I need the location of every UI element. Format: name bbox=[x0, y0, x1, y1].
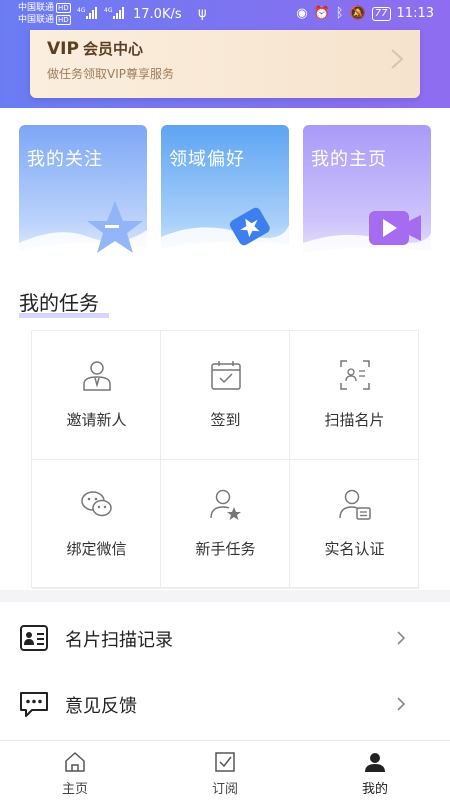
section-divider bbox=[0, 590, 450, 602]
subscribe-icon bbox=[215, 752, 235, 772]
feedback-icon bbox=[20, 692, 48, 717]
menu-feedback[interactable]: 意见反馈 bbox=[0, 672, 450, 736]
person-icon bbox=[83, 361, 111, 391]
task-newbie[interactable]: 新手任务 bbox=[161, 460, 290, 589]
vip-subtitle: 做任务领取VIP尊享服务 bbox=[47, 67, 174, 81]
card-label: 我的主页 bbox=[311, 149, 387, 170]
hd-badge: HD bbox=[56, 3, 71, 13]
chevron-right-icon bbox=[391, 49, 404, 69]
vip-title-text: 会员中心 bbox=[82, 40, 143, 58]
battery-icon: 77 bbox=[371, 6, 391, 21]
wechat-icon bbox=[81, 491, 112, 517]
task-real-name[interactable]: 实名认证 bbox=[290, 460, 419, 589]
my-tasks-title: 我的任务 bbox=[19, 287, 109, 318]
menu-card-scan-records[interactable]: 名片扫描记录 bbox=[0, 606, 450, 670]
svg-text:4G: 4G bbox=[104, 7, 113, 14]
feature-cards: 我的关注 领域偏好 我的主页 bbox=[19, 125, 431, 265]
carrier-info: 中国联通 HD 中国联通 HD bbox=[18, 2, 71, 26]
card-my-follows[interactable]: 我的关注 bbox=[19, 125, 147, 265]
task-scan-card[interactable]: 扫描名片 bbox=[290, 331, 419, 460]
tab-mine[interactable]: 我的 bbox=[300, 741, 450, 800]
card-domain-preference[interactable]: 领域偏好 bbox=[161, 125, 289, 265]
tab-home[interactable]: 主页 bbox=[0, 741, 150, 800]
usb-icon: ψ bbox=[198, 6, 207, 21]
calendar-check-icon bbox=[211, 361, 241, 390]
status-bar: 中国联通 HD 中国联通 HD 4G 4G 17.0K/s ψ ◉ ⏰ ᛒ 🔕 77… bbox=[0, 0, 450, 30]
card-record-icon bbox=[20, 625, 48, 651]
bottom-tab-bar: 主页 订阅 我的 bbox=[0, 740, 450, 800]
scan-card-icon bbox=[340, 360, 370, 390]
clock: 11:13 bbox=[396, 6, 434, 21]
network-speed: 17.0K/s bbox=[133, 7, 182, 22]
task-grid: 邀请新人 签到 扫描名片 绑定微信 新手任务 实名认证 bbox=[31, 330, 419, 589]
card-my-homepage[interactable]: 我的主页 bbox=[303, 125, 431, 265]
task-bind-wechat[interactable]: 绑定微信 bbox=[32, 460, 161, 589]
user-star-icon bbox=[210, 489, 241, 520]
carrier-2: 中国联通 bbox=[18, 15, 55, 25]
home-icon bbox=[65, 752, 85, 772]
tab-label: 订阅 bbox=[211, 782, 238, 797]
task-invite-new[interactable]: 邀请新人 bbox=[32, 331, 161, 460]
user-icon bbox=[365, 753, 385, 772]
section-title-text: 我的任务 bbox=[19, 291, 99, 315]
svg-text:4G: 4G bbox=[77, 7, 86, 14]
id-verify-icon bbox=[339, 489, 371, 520]
hd-badge: HD bbox=[56, 15, 71, 25]
task-label: 扫描名片 bbox=[324, 411, 385, 429]
task-label: 签到 bbox=[210, 411, 241, 429]
bluetooth-icon: ᛒ bbox=[335, 6, 344, 21]
tab-label: 我的 bbox=[361, 782, 388, 797]
task-check-in[interactable]: 签到 bbox=[161, 331, 290, 460]
vip-title: VIP 会员中心 bbox=[47, 38, 143, 59]
alarm-icon: ⏰ bbox=[313, 6, 330, 21]
vip-center-banner[interactable]: VIP 会员中心 做任务领取VIP尊享服务 bbox=[30, 30, 420, 98]
eye-icon: ◉ bbox=[296, 6, 308, 21]
chevron-right-icon bbox=[397, 631, 405, 645]
tab-subscribe[interactable]: 订阅 bbox=[150, 741, 300, 800]
task-label: 新手任务 bbox=[195, 540, 256, 558]
vip-prefix: VIP bbox=[47, 39, 79, 59]
task-label: 绑定微信 bbox=[66, 540, 127, 558]
carrier-1: 中国联通 bbox=[18, 3, 55, 13]
menu-label: 意见反馈 bbox=[65, 696, 137, 717]
tab-label: 主页 bbox=[61, 782, 88, 797]
card-label: 领域偏好 bbox=[169, 149, 245, 170]
signal-icon: 4G bbox=[104, 7, 124, 19]
task-label: 邀请新人 bbox=[66, 411, 127, 429]
chevron-right-icon bbox=[397, 697, 405, 711]
menu-label: 名片扫描记录 bbox=[65, 630, 173, 651]
mute-icon: 🔕 bbox=[349, 6, 366, 21]
signal-icon: 4G bbox=[77, 7, 97, 19]
card-label: 我的关注 bbox=[27, 149, 103, 170]
task-label: 实名认证 bbox=[324, 540, 385, 558]
